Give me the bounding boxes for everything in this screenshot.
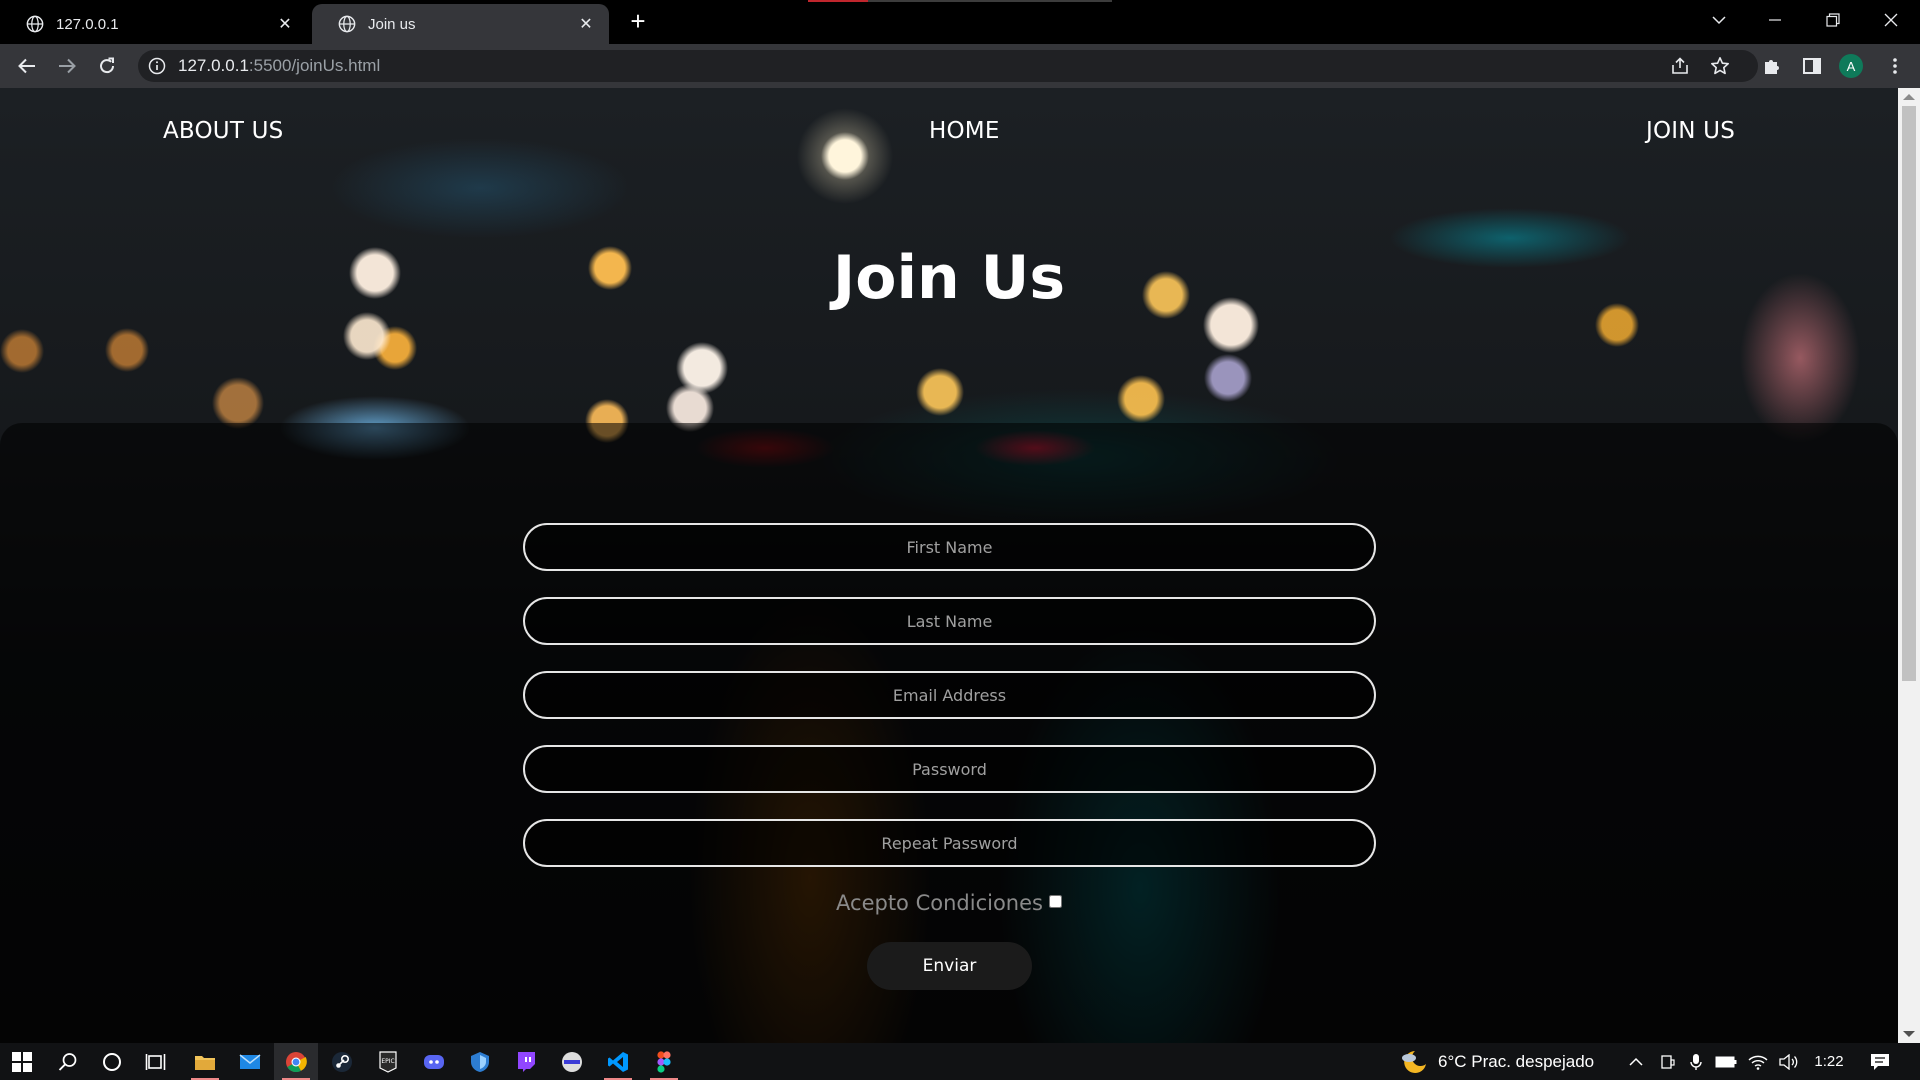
- scroll-down-arrow-icon[interactable]: [1903, 1031, 1915, 1037]
- browser-toolbar: 127.0.0.1:5500/joinUs.html A: [0, 44, 1920, 88]
- device-icon[interactable]: [1655, 1043, 1679, 1080]
- wifi-icon[interactable]: [1744, 1043, 1772, 1080]
- notifications-icon[interactable]: [1863, 1043, 1897, 1080]
- weather-text: 6°C Prac. despejado: [1438, 1051, 1595, 1071]
- url-text: 127.0.0.1:5500/joinUs.html: [178, 50, 380, 82]
- figma-app-icon[interactable]: [642, 1043, 686, 1080]
- minimize-icon[interactable]: [1752, 0, 1798, 40]
- globe-icon: [26, 15, 44, 33]
- browser-tab-strip: 127.0.0.1 ✕ Join us ✕ +: [0, 0, 1920, 44]
- battery-icon[interactable]: [1712, 1043, 1740, 1080]
- share-icon[interactable]: [1670, 57, 1690, 75]
- clock[interactable]: 1:22: [1807, 1043, 1851, 1080]
- forward-arrow-icon[interactable]: [52, 51, 82, 81]
- extensions-puzzle-icon[interactable]: [1757, 51, 1787, 81]
- tab-strip-accent: [808, 0, 868, 2]
- steam-icon[interactable]: [320, 1043, 364, 1080]
- tab-title: 127.0.0.1: [56, 15, 119, 33]
- tab-close-icon[interactable]: ✕: [577, 15, 595, 33]
- address-bar[interactable]: 127.0.0.1:5500/joinUs.html: [138, 50, 1758, 82]
- terms-label: Acepto Condiciones: [836, 891, 1043, 915]
- email-input[interactable]: [523, 671, 1376, 719]
- chrome-icon[interactable]: [274, 1043, 318, 1080]
- scrollbar-thumb[interactable]: [1902, 106, 1916, 681]
- volume-icon[interactable]: [1776, 1043, 1802, 1080]
- vscode-icon[interactable]: [596, 1043, 640, 1080]
- page-title: Join Us: [832, 243, 1066, 313]
- file-explorer-icon[interactable]: [183, 1043, 227, 1080]
- task-view-icon[interactable]: [134, 1043, 178, 1080]
- nav-join-us[interactable]: JOIN US: [1646, 118, 1735, 144]
- search-icon[interactable]: [46, 1043, 90, 1080]
- tab-localhost[interactable]: 127.0.0.1 ✕: [0, 4, 308, 44]
- terms-row: Acepto Condiciones: [0, 891, 1898, 915]
- epic-games-icon[interactable]: EPIC: [366, 1043, 410, 1080]
- back-arrow-icon[interactable]: [12, 51, 42, 81]
- tab-title: Join us: [368, 15, 416, 33]
- page-viewport: ABOUT US HOME JOIN US Join Us Acepto Con…: [0, 88, 1898, 1043]
- last-name-input[interactable]: [523, 597, 1376, 645]
- url-path: :5500/joinUs.html: [248, 56, 381, 75]
- app-pill-icon[interactable]: [550, 1043, 594, 1080]
- weather-widget[interactable]: 6°C Prac. despejado: [1400, 1043, 1594, 1080]
- first-name-input[interactable]: [523, 523, 1376, 571]
- tab-search-chevron-icon[interactable]: [1696, 0, 1742, 40]
- cortana-circle-icon[interactable]: [90, 1043, 134, 1080]
- nav-home[interactable]: HOME: [929, 118, 1000, 144]
- windows-taskbar: EPIC 6°C Prac. despejado 1:22: [0, 1043, 1920, 1080]
- repeat-password-input[interactable]: [523, 819, 1376, 867]
- bookmark-star-icon[interactable]: [1710, 56, 1730, 76]
- microphone-icon[interactable]: [1684, 1043, 1708, 1080]
- scroll-up-arrow-icon[interactable]: [1903, 94, 1915, 100]
- discord-icon[interactable]: [412, 1043, 456, 1080]
- submit-button[interactable]: Enviar: [867, 942, 1032, 990]
- window-close-icon[interactable]: [1868, 0, 1914, 40]
- reload-icon[interactable]: [92, 51, 122, 81]
- windows-start-icon[interactable]: [0, 1043, 44, 1080]
- svg-text:EPIC: EPIC: [381, 1058, 394, 1065]
- page-scrollbar[interactable]: [1898, 88, 1920, 1043]
- globe-icon: [338, 15, 356, 33]
- side-panel-icon[interactable]: [1797, 51, 1827, 81]
- terms-checkbox[interactable]: [1048, 895, 1062, 908]
- tab-join-us[interactable]: Join us ✕: [312, 4, 609, 44]
- tray-chevron-icon[interactable]: [1623, 1043, 1649, 1080]
- tab-strip-divider: [868, 0, 1112, 2]
- nav-about-us[interactable]: ABOUT US: [163, 118, 283, 144]
- mail-icon[interactable]: [228, 1043, 272, 1080]
- url-host: 127.0.0.1: [178, 56, 249, 75]
- shield-app-icon[interactable]: [458, 1043, 502, 1080]
- site-info-icon[interactable]: [148, 57, 166, 75]
- new-tab-plus-icon[interactable]: +: [624, 8, 652, 36]
- restore-icon[interactable]: [1810, 0, 1856, 40]
- weather-moon-icon: [1402, 1050, 1426, 1073]
- kebab-menu-icon[interactable]: [1880, 51, 1910, 81]
- twitch-icon[interactable]: [504, 1043, 548, 1080]
- password-input[interactable]: [523, 745, 1376, 793]
- tab-close-icon[interactable]: ✕: [276, 15, 294, 33]
- profile-avatar[interactable]: A: [1839, 54, 1863, 78]
